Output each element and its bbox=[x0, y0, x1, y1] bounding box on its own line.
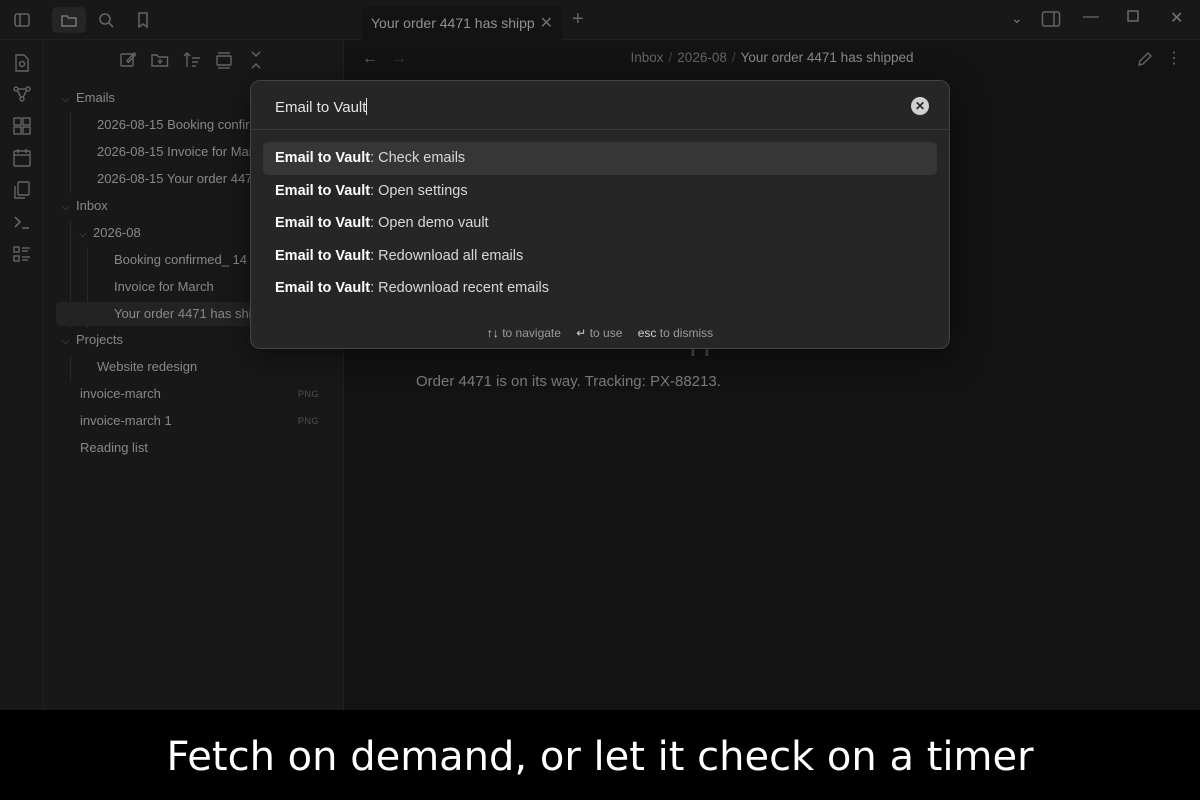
caption-text: Fetch on demand, or let it check on a ti… bbox=[166, 734, 1034, 780]
caption-banner: Fetch on demand, or let it check on a ti… bbox=[0, 710, 1200, 800]
command-palette-hints: ↑↓ to navigate ↵ to use esc to dismiss bbox=[486, 326, 714, 340]
command-item[interactable]: Email to Vault: Open demo vault bbox=[263, 207, 937, 240]
command-list: Email to Vault: Check emails Email to Va… bbox=[263, 142, 937, 305]
command-item[interactable]: Email to Vault: Redownload all emails bbox=[263, 240, 937, 273]
command-item-selected[interactable]: Email to Vault: Check emails bbox=[263, 142, 937, 175]
command-item[interactable]: Email to Vault: Open settings bbox=[263, 175, 937, 208]
clear-search-icon[interactable]: ✕ bbox=[911, 97, 929, 115]
command-item[interactable]: Email to Vault: Redownload recent emails bbox=[263, 272, 937, 305]
command-palette: Email to Vault ✕ Email to Vault: Check e… bbox=[250, 80, 950, 349]
text-caret bbox=[366, 98, 368, 115]
command-palette-input-area: Email to Vault ✕ bbox=[251, 81, 949, 130]
command-search-input[interactable]: Email to Vault bbox=[275, 98, 368, 116]
